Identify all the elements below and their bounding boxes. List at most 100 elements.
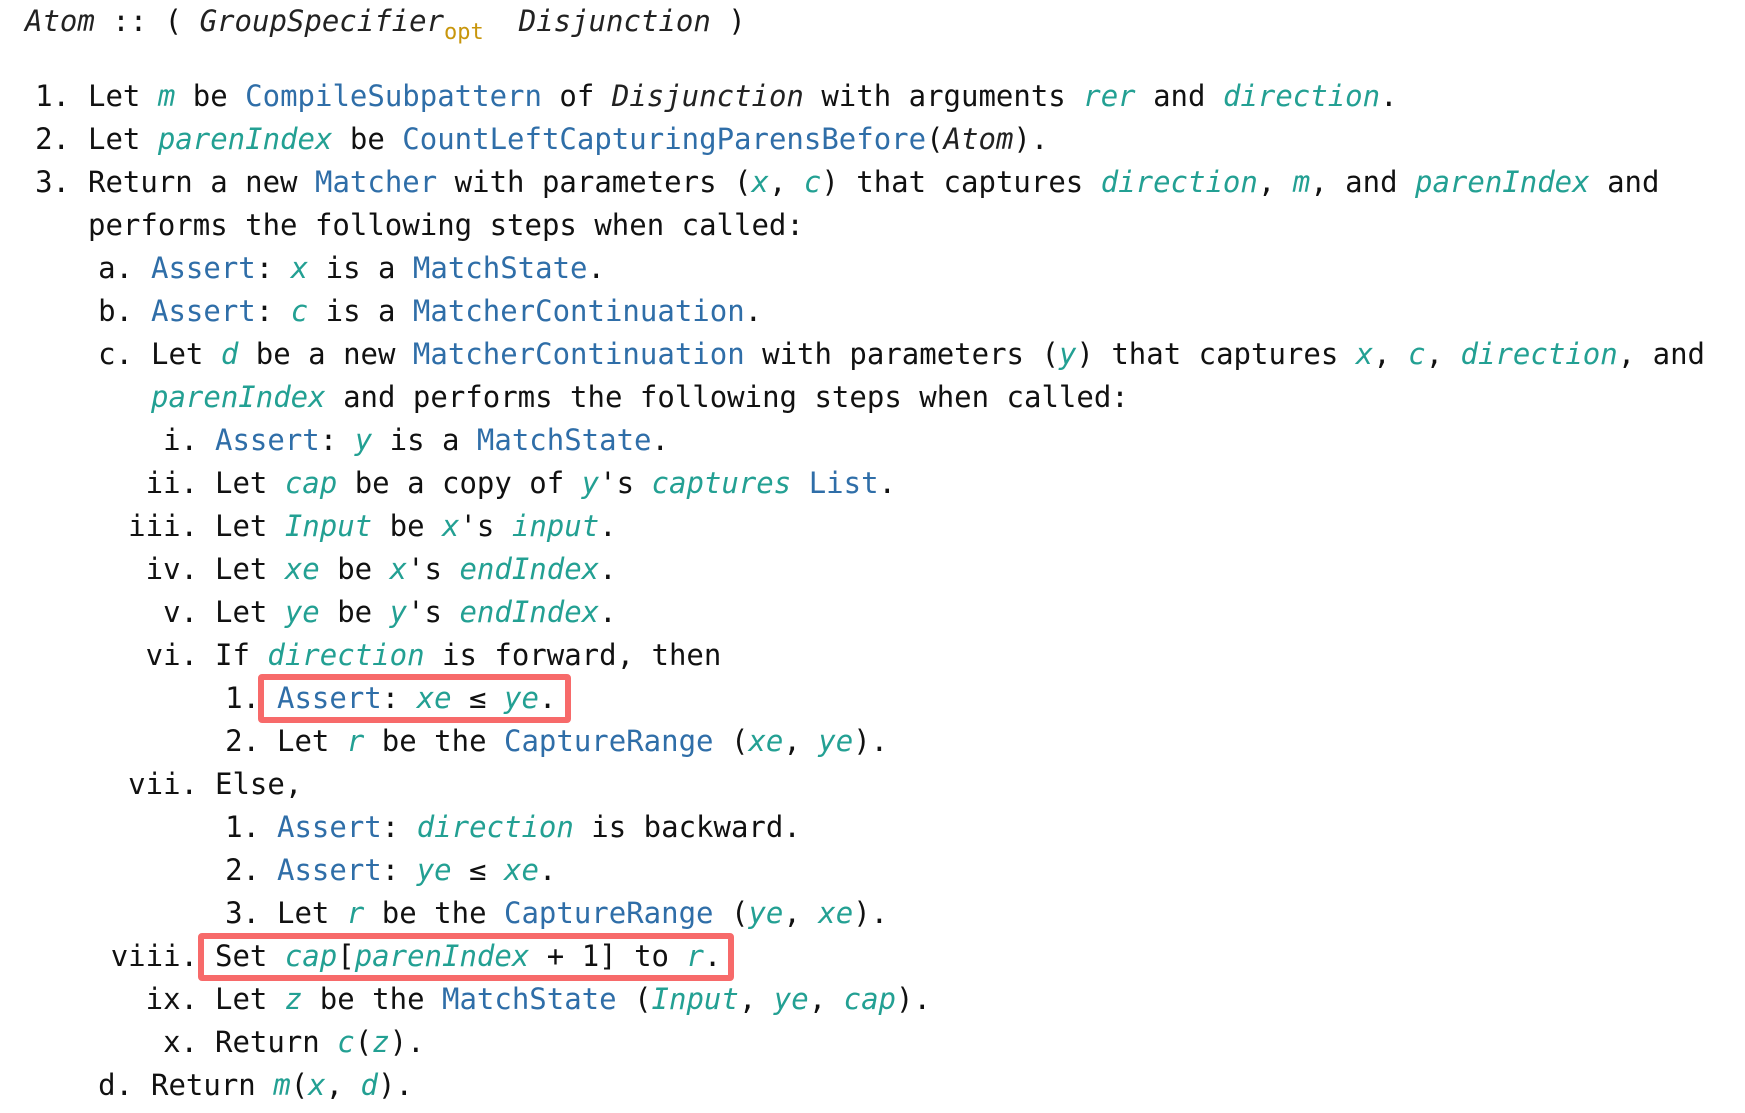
step-text: Assert: direction is backward. [277,806,801,849]
text-span: be the [364,724,504,758]
text-span: is a [372,423,477,457]
step-number: ii. [145,466,198,500]
text-span: be [319,552,390,586]
text-span: . [599,509,617,543]
variable-span: ye [773,982,809,1016]
step-text: Let xe be x's endIndex. [215,548,617,591]
spec-link[interactable]: CaptureRange [504,724,714,758]
text-span: and performs the following steps when ca… [325,380,1129,414]
text-span: : [255,251,291,285]
variable-span: r [346,896,365,930]
text-span: , [1257,165,1293,199]
text-span: ). [378,1068,413,1102]
algorithm-step: 2. Assert: ye ≤ xe. [0,849,1745,892]
step-text: Let r be the CaptureRange (ye, xe). [277,892,888,935]
spec-link[interactable]: MatcherContinuation [413,337,745,371]
step-text: Assert: ye ≤ xe. [277,849,556,892]
step-number: x. [163,1025,198,1059]
algorithm-step: c. Let d be a new MatcherContinuation wit… [0,333,1745,376]
variable-span: direction [1100,165,1258,199]
text-span: be [175,79,246,113]
step-text: Return a new Matcher with parameters (x,… [88,161,1659,204]
text-span: ). [853,896,889,930]
text-span: ). [1013,122,1049,156]
spec-link[interactable]: MatchState [442,982,617,1016]
step-number: ix. [145,982,198,1016]
spec-link[interactable]: MatcherContinuation [413,294,745,328]
spec-link[interactable]: Assert [277,853,382,887]
algorithm-step: performs the following steps when called… [0,204,1745,247]
spec-link[interactable]: CompileSubpattern [245,79,542,113]
text-span: : [255,294,291,328]
spec-link[interactable]: CountLeftCapturingParensBefore [402,122,926,156]
step-text: Return c(z). [215,1021,425,1064]
algorithm-step: b. Assert: c is a MatcherContinuation. [0,290,1745,333]
text-span: of [541,79,612,113]
text-span: is backward. [573,810,801,844]
spec-link[interactable]: MatchState [477,423,652,457]
text-span: Let [215,595,285,629]
variable-span: cap [843,982,896,1016]
text-span: Let [151,337,221,371]
text-span: and [1135,79,1223,113]
nonterminal-span: Atom [25,4,95,38]
variable-span: input [511,509,600,543]
step-number: vi. [145,638,198,672]
variable-span: xe [504,853,539,887]
step-number: 3. [225,896,260,930]
spec-link[interactable]: MatchState [413,251,588,285]
step-text: Else, [215,763,302,806]
step-number: 2. [225,724,260,758]
text-span: : [319,423,355,457]
variable-span: c [337,1025,355,1059]
text-span: , and [1617,337,1705,371]
text-span: performs the following steps when called… [88,208,804,242]
text-span: , [1425,337,1461,371]
variable-span: y [1058,337,1077,371]
text-span: 's [407,595,460,629]
variable-span: r [346,724,365,758]
text-span: : [381,810,417,844]
variable-span: xe [748,724,784,758]
text-span: ) that captures [1076,337,1356,371]
variable-span: c [290,294,309,328]
variable-span: cap [284,466,338,500]
variable-span: z [372,1025,390,1059]
algorithm-step: x. Return c(z). [0,1021,1745,1064]
text-span: . [651,423,669,457]
text-span: . [1380,79,1398,113]
text-span: , [783,896,819,930]
text-span: :: ( [94,4,200,38]
step-text: Let Input be x's input. [215,505,617,548]
highlight-box-assert [258,674,571,723]
step-number: 2. [225,853,260,887]
text-span: , [325,1068,361,1102]
variable-span: z [284,982,303,1016]
text-span: ( [616,982,652,1016]
text-span: be a new [238,337,413,371]
variable-span: rer [1083,79,1136,113]
step-text: performs the following steps when called… [88,204,804,247]
highlight-box-set-cap [198,933,734,981]
variable-span: y [354,423,373,457]
spec-link[interactable]: Matcher [315,165,437,199]
spec-link[interactable]: Assert [151,251,256,285]
spec-link[interactable]: Assert [151,294,256,328]
text-span: ) [710,4,746,38]
text-span: ( [713,724,749,758]
variable-span: direction [1222,79,1381,113]
text-span: be a copy of [337,466,582,500]
text-span: and [1589,165,1660,199]
step-text: Assert: y is a MatchState. [215,419,669,462]
spec-link[interactable]: Assert [277,810,382,844]
spec-link[interactable]: List [809,466,879,500]
text-span: with arguments [803,79,1084,113]
algorithm-step: 3. Let r be the CaptureRange (ye, xe). [0,892,1745,935]
text-span: 's [599,466,652,500]
spec-link[interactable]: CaptureRange [504,896,714,930]
variable-span: endIndex [459,595,600,629]
text-span: ). [389,1025,425,1059]
variable-span: endIndex [459,552,600,586]
variable-span: ye [416,853,452,887]
spec-link[interactable]: Assert [215,423,320,457]
